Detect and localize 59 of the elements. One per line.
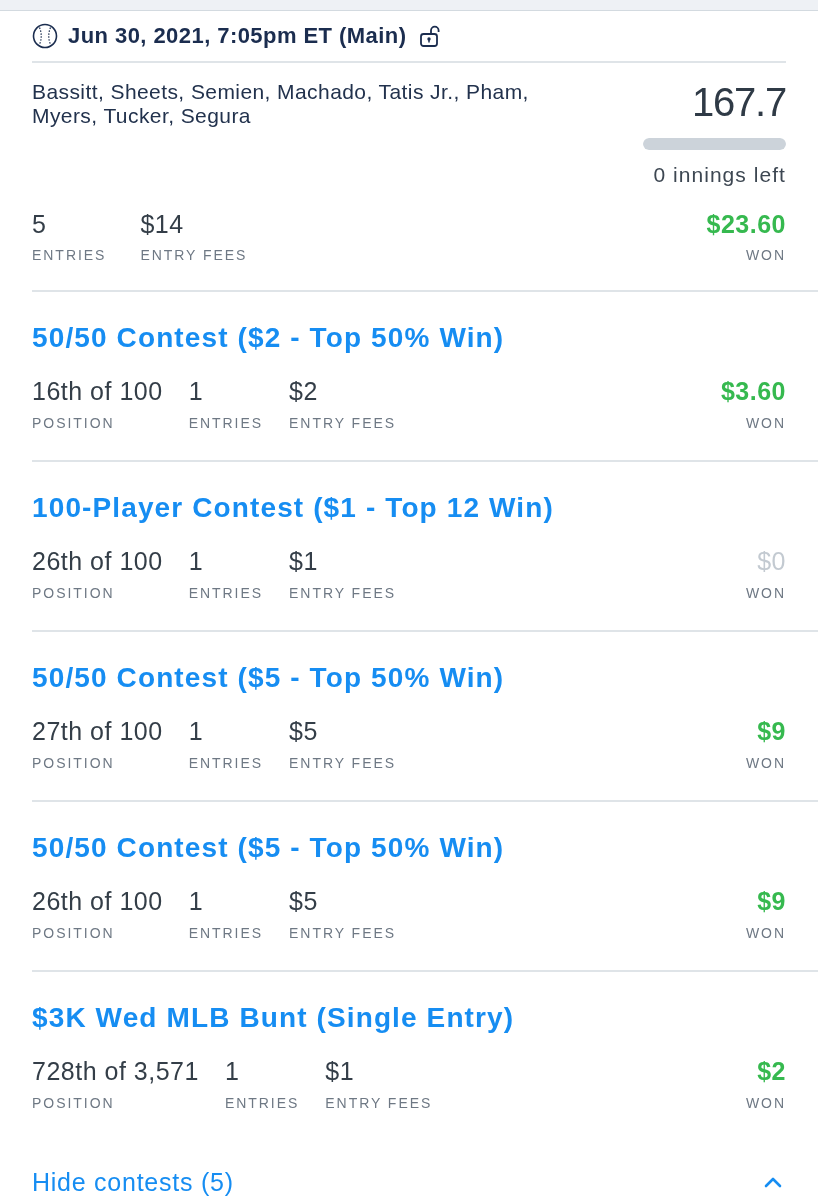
innings-left: 0 innings left <box>653 163 786 187</box>
winnings-amount: $9 <box>757 887 786 915</box>
stat-label: ENTRIES <box>32 246 107 265</box>
winnings-amount: $2 <box>757 1057 786 1085</box>
stat-value: $1 <box>289 547 318 575</box>
contest-title[interactable]: 100-Player Contest ($1 - Top 12 Win) <box>32 492 554 524</box>
stat-label: WON <box>745 414 786 433</box>
stat-value: 16th of 100 <box>32 377 163 405</box>
stat-label: ENTRIES <box>188 924 264 943</box>
hide-contests-link[interactable]: Hide contests (5) <box>32 1168 234 1196</box>
stat-label: ENTRY FEES <box>289 924 397 943</box>
stat-label: WON <box>745 924 786 943</box>
stat-value: 26th of 100 <box>32 887 163 915</box>
stat-label: ENTRIES <box>224 1094 300 1113</box>
stat-value: 1 <box>188 717 204 745</box>
stat-label: ENTRY FEES <box>289 414 397 433</box>
stat-label: POSITION <box>32 924 115 943</box>
stat-value: 728th of 3,571 <box>32 1057 199 1085</box>
contest-title[interactable]: 50/50 Contest ($5 - Top 50% Win) <box>32 662 505 694</box>
stat-label: ENTRY FEES <box>289 754 397 773</box>
winnings-amount: $3.60 <box>720 377 786 405</box>
stat-value: $2 <box>289 377 318 405</box>
stat-value: 26th of 100 <box>32 547 163 575</box>
stat-value: $5 <box>289 887 318 915</box>
stat-label: WON <box>745 584 786 603</box>
stat-label: ENTRY FEES <box>325 1094 433 1113</box>
stat-value: 1 <box>188 377 204 405</box>
stat-label: ENTRY FEES <box>289 584 397 603</box>
stat-label: WON <box>745 754 786 773</box>
stat-label: POSITION <box>32 1094 115 1113</box>
stat-value: 5 <box>32 211 47 237</box>
baseball-icon <box>32 23 58 49</box>
stat-value: 1 <box>188 887 204 915</box>
contest-title[interactable]: $3K Wed MLB Bunt (Single Entry) <box>32 1002 515 1034</box>
winnings-amount: $0 <box>757 547 786 575</box>
stat-value: 27th of 100 <box>32 717 163 745</box>
contest-title[interactable]: 50/50 Contest ($5 - Top 50% Win) <box>32 832 505 864</box>
stat-label: WON <box>745 1094 786 1113</box>
stat-label: POSITION <box>32 414 115 433</box>
stat-label: ENTRIES <box>188 754 264 773</box>
stat-value: $1 <box>325 1057 355 1085</box>
stat-label: ENTRY FEES <box>140 246 248 265</box>
stat-label: ENTRIES <box>188 414 264 433</box>
stat-value: 1 <box>224 1057 240 1085</box>
stat-value: 1 <box>188 547 204 575</box>
winnings-amount: $9 <box>757 717 786 745</box>
stat-label: POSITION <box>32 584 115 603</box>
stat-value: $14 <box>140 211 184 237</box>
lineup-score: 167.7 <box>691 80 786 124</box>
contest-title[interactable]: 50/50 Contest ($2 - Top 50% Win) <box>32 322 505 354</box>
stat-value: $5 <box>289 717 318 745</box>
event-title: Jun 30, 2021, 7:05pm ET (Main) <box>68 22 407 50</box>
stat-label: POSITION <box>32 754 115 773</box>
winnings-amount: $23.60 <box>706 211 786 237</box>
stat-label: ENTRIES <box>188 584 264 603</box>
lineup-players: Bassitt, Sheets, Semien, Machado, Tatis Jr., Pham, Myers, Tucker, Segura <box>32 80 530 128</box>
stat-label: WON <box>745 246 786 265</box>
unlocked-padlock-icon[interactable] <box>420 25 441 47</box>
chevron-up-icon[interactable] <box>764 1176 782 1188</box>
